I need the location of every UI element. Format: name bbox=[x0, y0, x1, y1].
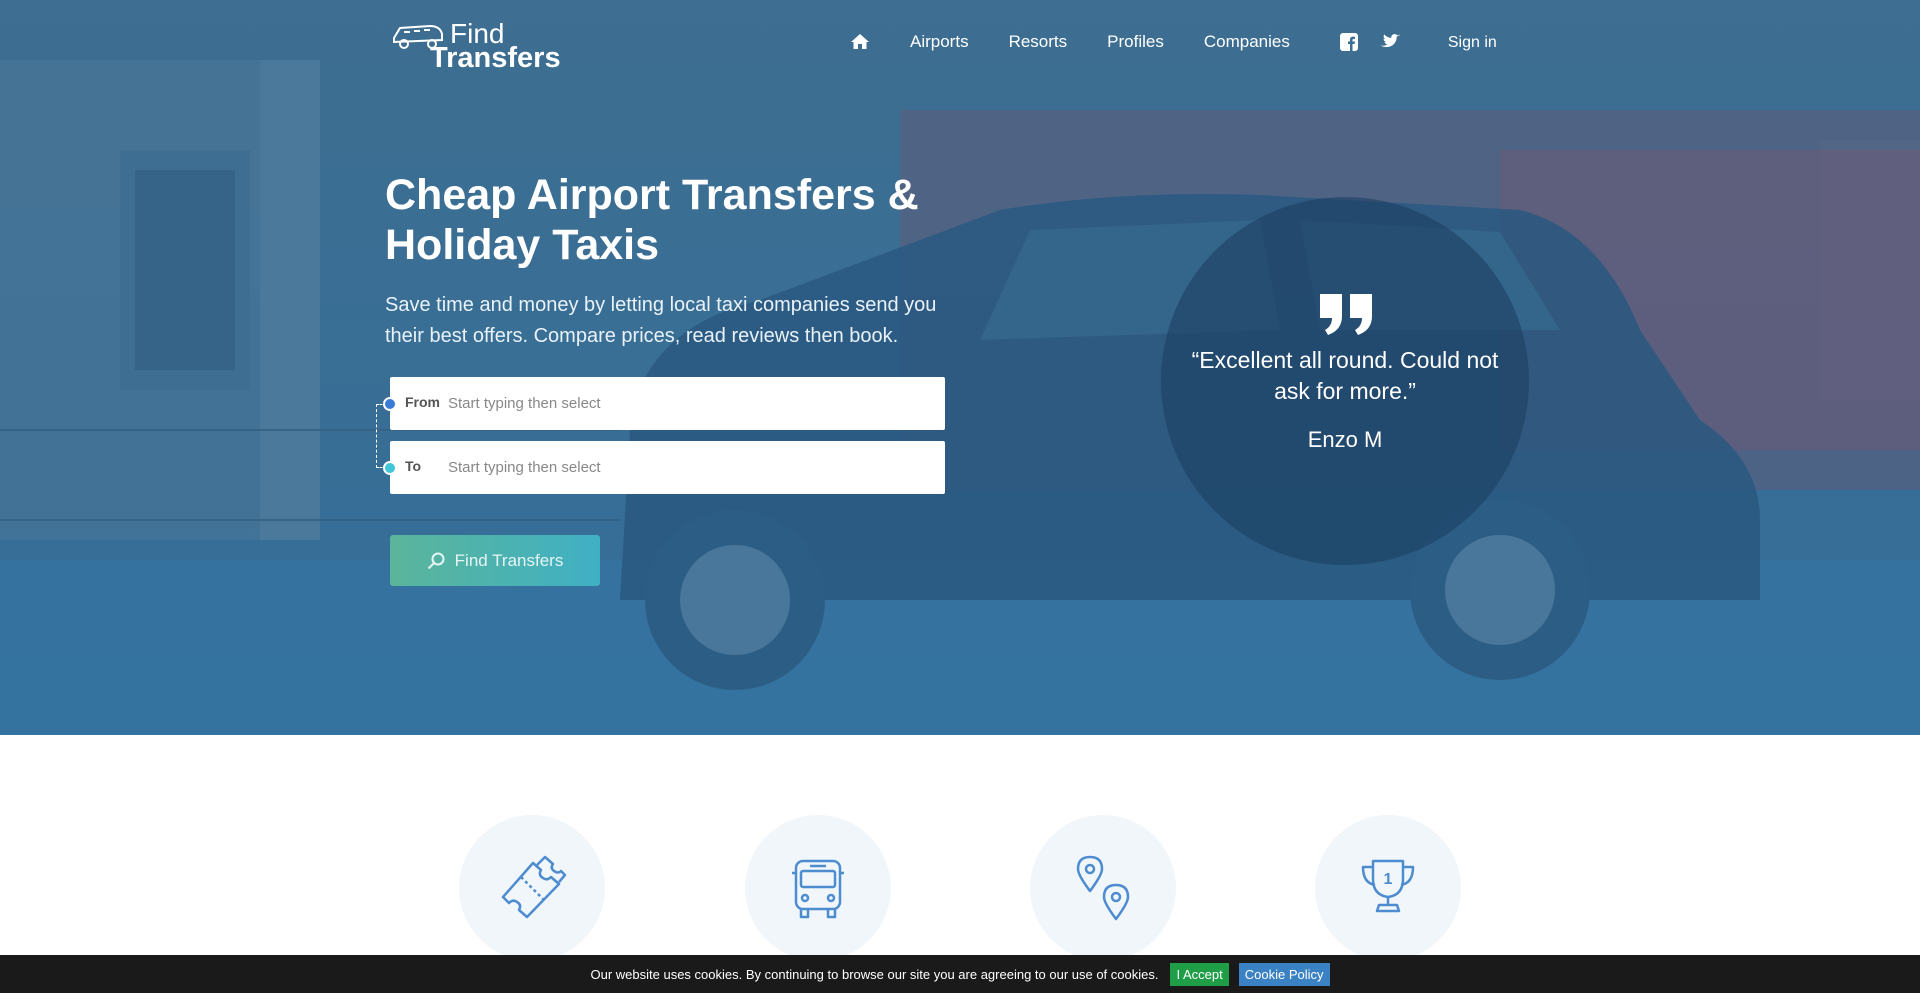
from-marker-dot bbox=[383, 397, 397, 411]
svg-text:1: 1 bbox=[1384, 871, 1393, 888]
cookie-policy-button[interactable]: Cookie Policy bbox=[1238, 962, 1330, 986]
to-input[interactable] bbox=[448, 451, 928, 484]
feature-ticket bbox=[459, 815, 605, 961]
hero-overlay bbox=[0, 0, 1920, 735]
cookie-banner: Our website uses cookies. By continuing … bbox=[0, 955, 1920, 993]
facebook-icon[interactable] bbox=[1339, 33, 1358, 51]
quote-icon bbox=[1320, 294, 1372, 335]
logo-text-transfers: Transfers bbox=[430, 42, 561, 74]
from-input[interactable] bbox=[448, 387, 928, 420]
find-transfers-button[interactable]: Find Transfers bbox=[390, 535, 600, 586]
find-transfers-label: Find Transfers bbox=[454, 550, 564, 570]
route-connector-line bbox=[376, 404, 386, 468]
from-label: From bbox=[405, 394, 440, 410]
nav-link-companies[interactable]: Companies bbox=[1204, 32, 1290, 52]
testimonial-circle: “Excellent all round. Could not ask for … bbox=[1161, 197, 1529, 565]
search-icon bbox=[427, 552, 445, 569]
nav-link-profiles[interactable]: Profiles bbox=[1107, 32, 1164, 52]
nav-link-resorts[interactable]: Resorts bbox=[1009, 32, 1068, 52]
bus-icon bbox=[792, 859, 844, 919]
to-marker-dot bbox=[383, 461, 397, 475]
to-field[interactable]: To bbox=[390, 441, 945, 494]
map-pins-icon bbox=[1076, 855, 1130, 921]
nav-link-airports[interactable]: Airports bbox=[910, 32, 969, 52]
top-navigation: Find Transfers Airports Resorts Profiles… bbox=[0, 0, 1920, 80]
hero-title: Cheap Airport Transfers & Holiday Taxis bbox=[385, 171, 919, 269]
ticket-icon bbox=[501, 855, 567, 919]
hero-section: Find Transfers Airports Resorts Profiles… bbox=[0, 0, 1920, 735]
hero-subtitle: Save time and money by letting local tax… bbox=[385, 294, 937, 347]
to-label: To bbox=[405, 458, 422, 474]
twitter-icon[interactable] bbox=[1380, 33, 1400, 51]
feature-trophy: 1 bbox=[1315, 815, 1461, 961]
cookie-message: Our website uses cookies. By continuing … bbox=[590, 966, 1159, 982]
cookie-accept-button[interactable]: I Accept bbox=[1170, 962, 1229, 986]
testimonial-author: Enzo M bbox=[1307, 427, 1383, 452]
trophy-icon: 1 bbox=[1361, 859, 1415, 913]
testimonial-quote: “Excellent all round. Could not ask for … bbox=[1191, 347, 1499, 404]
site-logo[interactable]: Find Transfers bbox=[390, 14, 570, 74]
feature-bus bbox=[745, 815, 891, 961]
from-field[interactable]: From bbox=[390, 377, 945, 430]
sign-in-link[interactable]: Sign in bbox=[1448, 34, 1497, 52]
social-links bbox=[1339, 33, 1400, 51]
home-icon[interactable] bbox=[850, 32, 870, 52]
feature-locations bbox=[1030, 815, 1176, 961]
nav-links: Airports Resorts Profiles Companies Sign… bbox=[850, 32, 1497, 52]
